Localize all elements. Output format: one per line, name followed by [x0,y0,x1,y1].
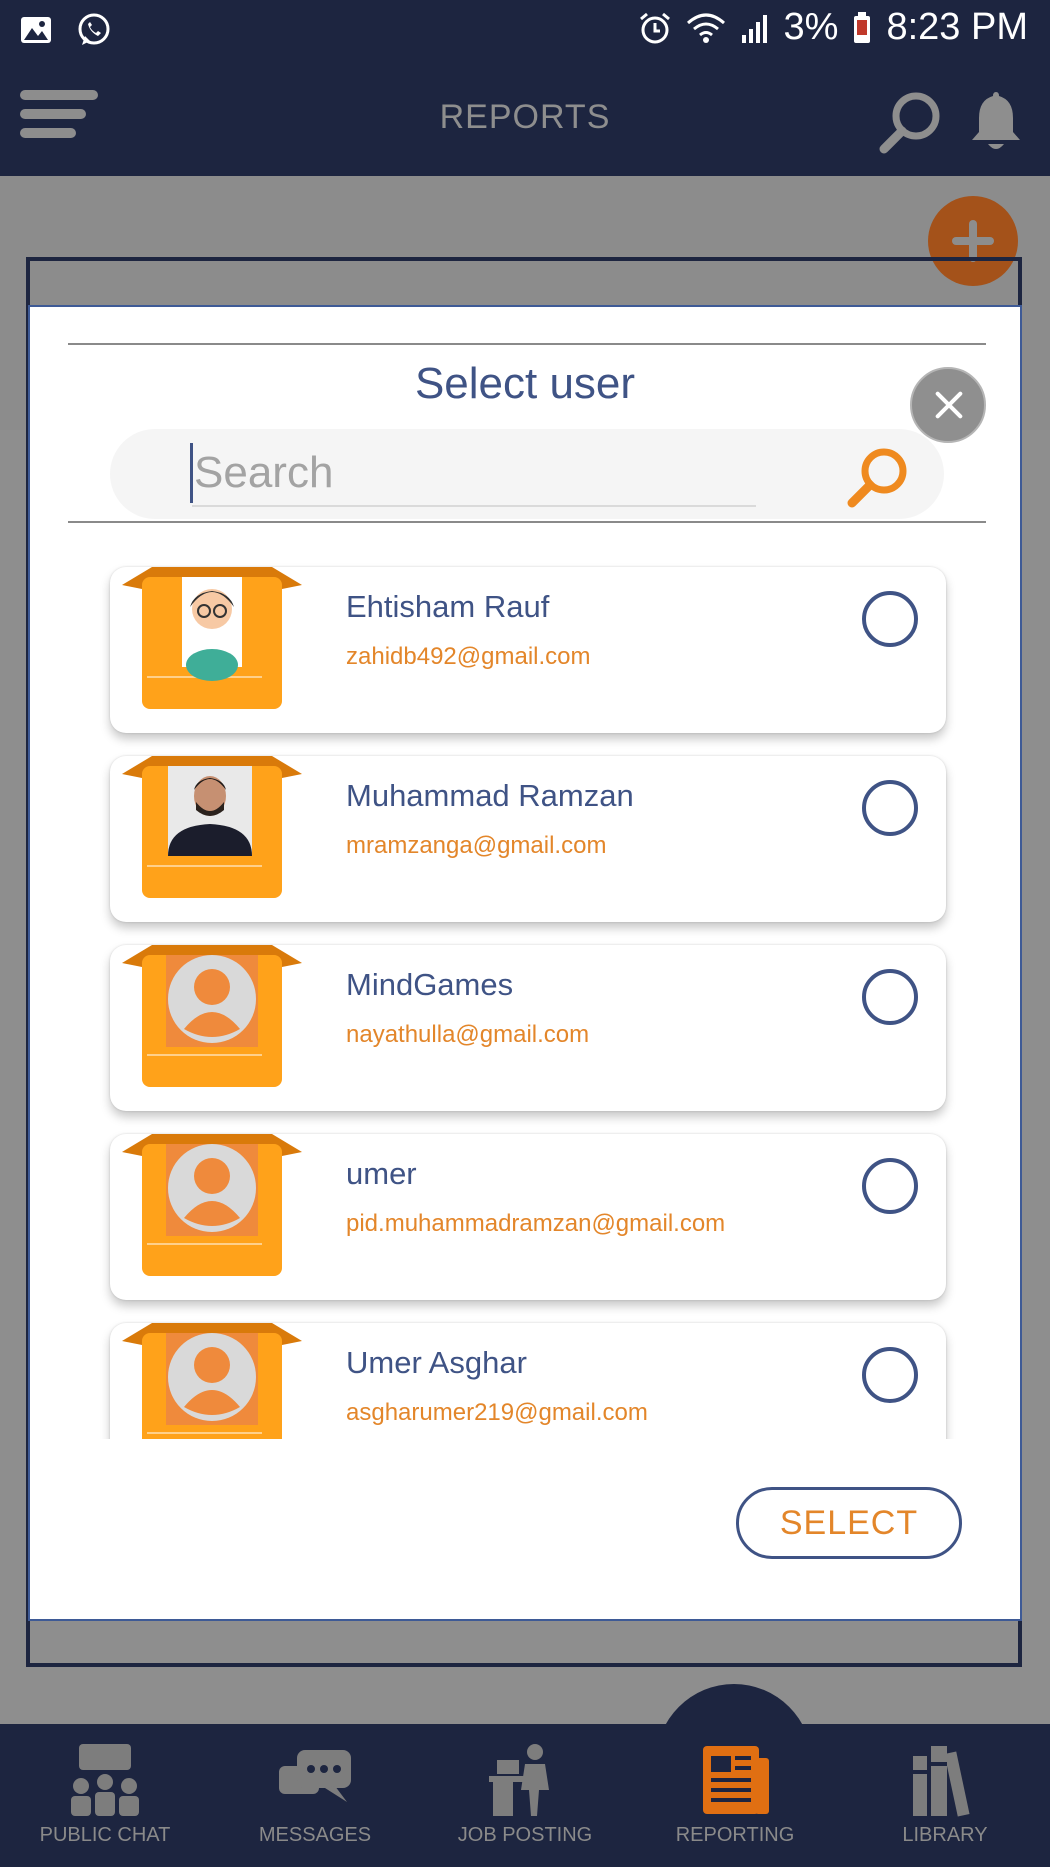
user-radio[interactable] [862,1158,918,1214]
search-input[interactable] [192,441,756,507]
reporting-icon [703,1746,769,1814]
avatar [122,1323,302,1439]
alarm-icon [639,12,670,43]
user-email: asgharumer219@gmail.com [346,1399,648,1426]
user-list: Ehtisham Rauf zahidb492@gmail.com Muhamm… [30,557,1024,1439]
avatar [122,756,302,898]
user-list-item[interactable]: Ehtisham Rauf zahidb492@gmail.com [110,567,946,733]
whatsapp-icon [78,13,110,45]
user-name: Muhammad Ramzan [346,778,634,813]
library-icon [913,1746,970,1817]
user-radio[interactable] [862,591,918,647]
nav-item-job-posting[interactable]: JOB POSTING [420,1742,630,1847]
search-bar [110,429,944,519]
user-list-item[interactable]: Umer Asghar asgharumer219@gmail.com [110,1323,946,1439]
user-list-item[interactable]: Muhammad Ramzan mramzanga@gmail.com [110,756,946,922]
messages-icon [279,1750,351,1802]
nav-item-messages[interactable]: MESSAGES [210,1742,420,1847]
avatar [122,1134,302,1276]
app-bar: REPORTS [0,60,1050,176]
clock: 8:23 PM [886,6,1028,48]
gallery-icon [21,17,51,43]
wifi-icon [686,13,725,43]
divider [68,521,986,523]
user-radio[interactable] [862,780,918,836]
avatar [122,567,302,709]
nav-label: LIBRARY [902,1824,988,1846]
nav-item-public-chat[interactable]: PUBLIC CHAT [0,1742,210,1847]
group-chat-icon [71,1744,139,1816]
text-cursor [190,443,193,503]
bottom-navigation: PUBLIC CHAT MESSAGES JOB POSTING REPORTI… [0,1724,1050,1867]
nav-label: JOB POSTING [457,1824,593,1846]
signal-icon [741,14,767,43]
job-posting-icon [489,1744,549,1816]
user-list-item[interactable]: umer pid.muhammadramzan@gmail.com [110,1134,946,1300]
close-button[interactable] [910,367,986,443]
nav-item-library[interactable]: LIBRARY [840,1742,1050,1847]
dialog-title: Select user [414,359,636,408]
user-name: Ehtisham Rauf [346,589,550,624]
user-email: pid.muhammadramzan@gmail.com [346,1210,726,1237]
nav-label: REPORTING [675,1824,795,1846]
user-radio[interactable] [862,969,918,1025]
select-user-dialog: Select user Ehtisham Rauf zahidb49 [28,305,1022,1621]
nav-item-reporting[interactable]: REPORTING [630,1742,840,1847]
avatar [122,945,302,1087]
battery-icon [854,11,871,43]
user-email: nayathulla@gmail.com [346,1021,590,1048]
user-radio[interactable] [862,1347,918,1403]
user-list-item[interactable]: MindGames nayathulla@gmail.com [110,945,946,1111]
status-bar: 3% 8:23 PM [0,0,1050,60]
battery-percent: 3% [783,6,839,48]
select-button[interactable]: SELECT [736,1487,962,1559]
user-name: umer [346,1156,417,1191]
divider [68,343,986,345]
nav-label: PUBLIC CHAT [39,1824,171,1846]
nav-label: MESSAGES [258,1824,372,1846]
search-icon[interactable] [842,443,912,513]
user-email: mramzanga@gmail.com [346,832,607,859]
user-name: MindGames [346,967,514,1002]
bell-icon[interactable] [968,88,1024,152]
search-icon[interactable] [876,86,946,156]
user-email: zahidb492@gmail.com [346,643,591,670]
user-name: Umer Asghar [346,1345,527,1380]
